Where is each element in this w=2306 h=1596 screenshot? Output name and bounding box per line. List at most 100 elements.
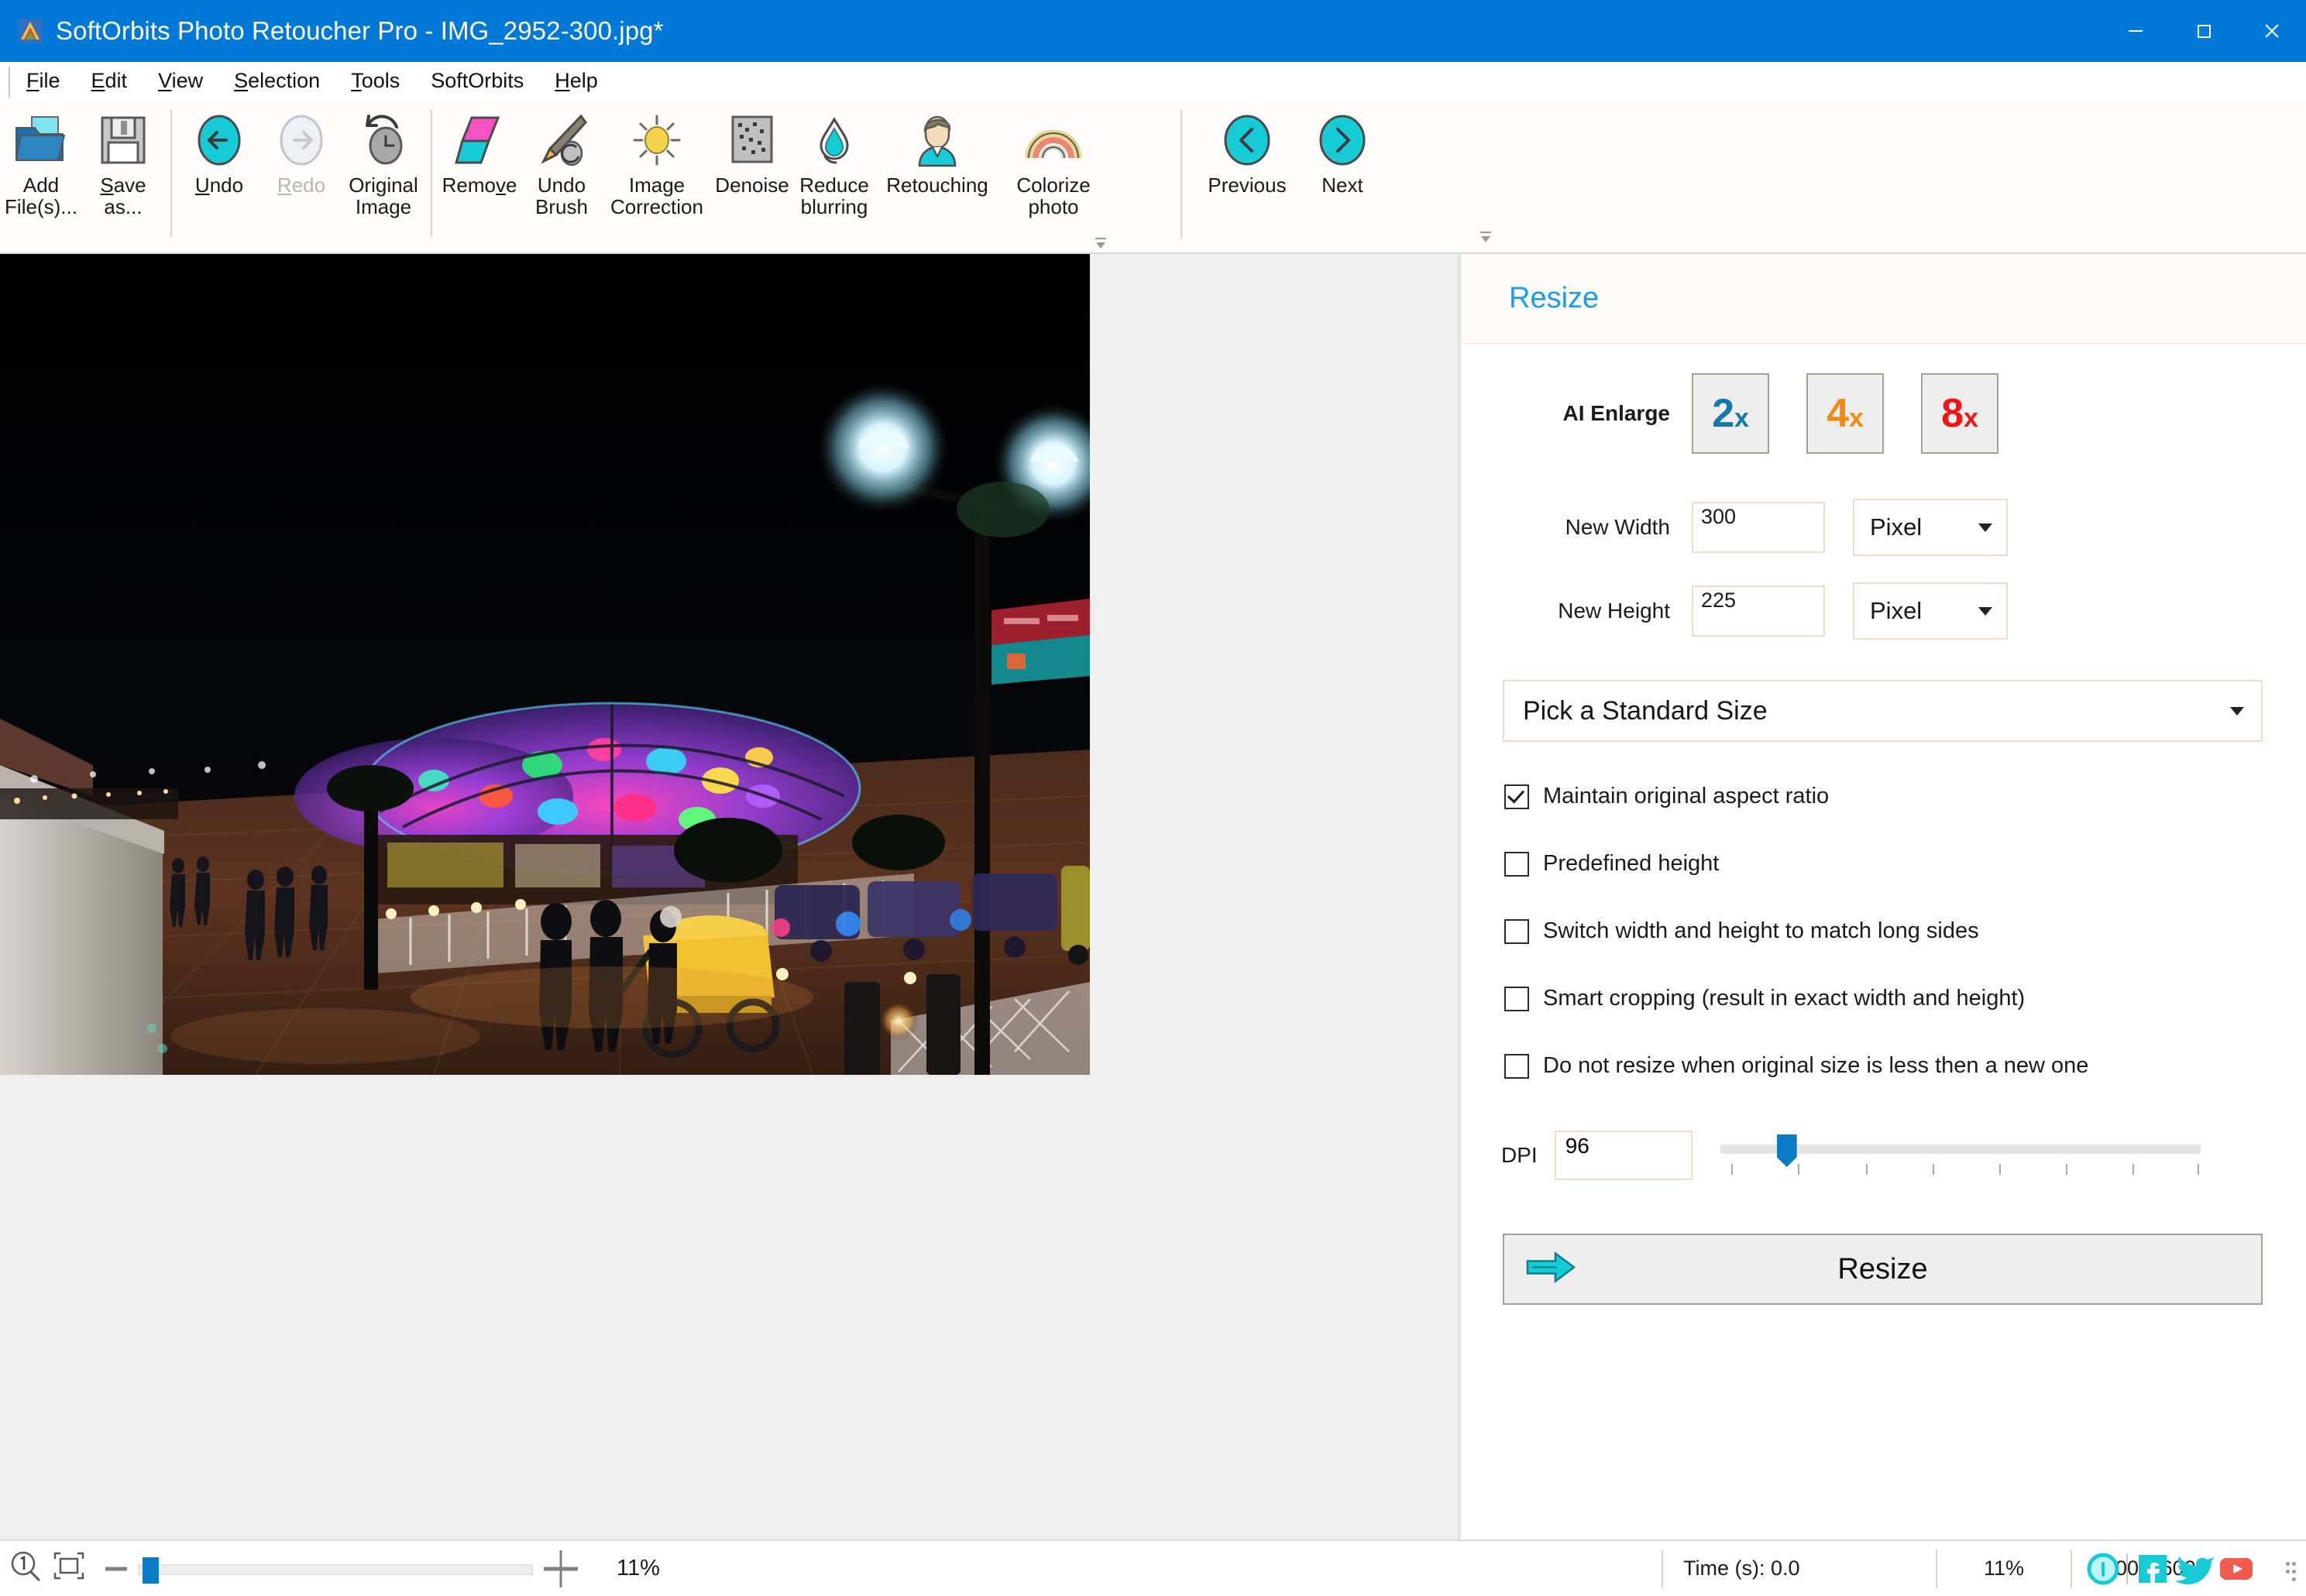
twitter-icon[interactable] [2176, 1550, 2213, 1587]
menu-item-tools[interactable]: Tools [335, 70, 415, 91]
checkbox-label-do-not-resize: Do not resize when original size is less… [1543, 1053, 2089, 1078]
checkbox-unchecked-icon[interactable] [1504, 1053, 1529, 1079]
standard-size-select[interactable]: Pick a Standard Size [1503, 680, 2263, 742]
status-social-links [2084, 1541, 2306, 1596]
menu-item-edit[interactable]: Edit [76, 70, 143, 91]
checkbox-maintain-aspect-ratio[interactable]: Maintain original aspect ratio [1461, 784, 2306, 809]
checkbox-unchecked-icon[interactable] [1504, 851, 1529, 877]
checkbox-smart-cropping[interactable]: Smart cropping (result in exact width an… [1461, 986, 2306, 1011]
toolbar-separator-2 [431, 110, 432, 237]
checkbox-switch-width-height[interactable]: Switch width and height to match long si… [1461, 918, 2306, 944]
save-as-button[interactable]: Save as... [82, 105, 164, 218]
remove-button[interactable]: Remove [438, 105, 521, 197]
magnifier-one-to-one-icon[interactable] [8, 1549, 43, 1588]
undo-brush-label: Undo Brush [535, 173, 588, 218]
resize-panel: Resize AI Enlarge 2x 4x 8x New Width 300… [1461, 254, 2306, 1539]
ai-enlarge-8x-button[interactable]: 8x [1921, 373, 1998, 454]
checkbox-unchecked-icon[interactable] [1504, 918, 1529, 944]
next-label: Next [1321, 173, 1363, 197]
menu-item-selection[interactable]: Selection [218, 70, 335, 91]
denoise-button[interactable]: Denoise [711, 105, 793, 197]
menu-item-help[interactable]: Help [539, 70, 613, 91]
menu-item-view[interactable]: View [143, 70, 218, 91]
checkbox-label-smart-cropping: Smart cropping (result in exact width an… [1543, 986, 2026, 1011]
noise-grid-icon [728, 108, 776, 172]
window-title: SoftOrbits Photo Retoucher Pro - IMG_295… [56, 16, 664, 45]
info-icon[interactable] [2084, 1550, 2122, 1587]
original-image-button[interactable]: Original Image [342, 105, 424, 218]
toolbar-separator-1 [170, 110, 172, 237]
close-icon[interactable] [2238, 0, 2306, 62]
new-height-input[interactable]: 225 [1692, 585, 1825, 637]
colorize-photo-label: Colorize photo [1016, 173, 1091, 218]
next-button[interactable]: Next [1301, 105, 1383, 197]
zoom-slider-track[interactable] [138, 1563, 533, 1575]
sun-brightness-icon [630, 108, 684, 172]
person-portrait-icon [912, 108, 963, 172]
image-correction-label: Image Correction [610, 173, 703, 218]
redo-label: Redo [277, 173, 326, 197]
youtube-icon[interactable] [2218, 1550, 2255, 1587]
new-height-unit-select[interactable]: Pixel [1853, 582, 2008, 640]
menu-item-file[interactable]: File [11, 70, 76, 91]
retouching-button[interactable]: Retouching [875, 105, 999, 197]
dpi-slider-thumb[interactable] [1776, 1134, 1797, 1167]
undo-button[interactable]: Undo [178, 105, 260, 197]
new-width-unit-select[interactable]: Pixel [1853, 499, 2008, 556]
dpi-row: DPI 96 [1461, 1128, 2306, 1182]
facebook-icon[interactable] [2134, 1550, 2171, 1587]
floppy-disk-icon [99, 108, 147, 172]
chevron-down-icon [2230, 706, 2244, 716]
reduce-blurring-button[interactable]: Reduce blurring [793, 105, 875, 218]
water-drop-icon [807, 108, 861, 172]
minimize-icon[interactable] [2102, 0, 2170, 62]
new-height-unit-value: Pixel [1870, 597, 1923, 624]
checkbox-checked-icon[interactable] [1504, 784, 1529, 809]
new-width-input[interactable]: 300 [1692, 502, 1825, 553]
main-content: Resize AI Enlarge 2x 4x 8x New Width 300… [0, 254, 2306, 1539]
menu-item-softorbits[interactable]: SoftOrbits [415, 70, 539, 91]
image-correction-button[interactable]: Image Correction [603, 105, 711, 218]
undo-label: Undo [194, 173, 244, 197]
toolbar-group-file: Add File(s)... Save as... [0, 99, 164, 259]
reduce-blurring-label: Reduce blurring [799, 173, 869, 218]
colorize-photo-button[interactable]: Colorize photo [999, 105, 1108, 218]
fit-to-screen-icon[interactable] [51, 1550, 87, 1587]
zoom-in-icon[interactable] [539, 1547, 583, 1591]
resize-grip-icon[interactable] [2273, 1557, 2297, 1581]
checkbox-predefined-height[interactable]: Predefined height [1461, 851, 2306, 877]
previous-button[interactable]: Previous [1193, 105, 1301, 197]
zoom-slider[interactable] [138, 1557, 533, 1584]
checkbox-label-predefined-height: Predefined height [1543, 851, 1720, 876]
toolbar-group-navigation: Previous Next [1193, 99, 1383, 259]
redo-arrow-right-icon [274, 108, 328, 172]
dpi-input[interactable]: 96 [1554, 1131, 1693, 1180]
ai-8x-number: 8 [1941, 391, 1964, 436]
checkbox-do-not-resize[interactable]: Do not resize when original size is less… [1461, 1053, 2306, 1079]
maximize-icon[interactable] [2170, 0, 2238, 62]
resize-button[interactable]: Resize [1503, 1234, 2263, 1305]
zoom-slider-thumb[interactable] [143, 1557, 159, 1584]
ai-8x-suffix: x [1964, 403, 1978, 433]
undo-brush-button[interactable]: Undo Brush [521, 105, 603, 218]
resize-button-label: Resize [1837, 1252, 1928, 1285]
rainbow-icon [1024, 108, 1083, 172]
toolbar: Add File(s)... Save as... Undo Redo Orig… [0, 99, 2306, 254]
dpi-slider[interactable] [1720, 1128, 2201, 1182]
overflow-chevron-down-icon-2[interactable] [1476, 226, 1496, 246]
ai-enlarge-2x-button[interactable]: 2x [1692, 373, 1769, 454]
panel-body: AI Enlarge 2x 4x 8x New Width 300 Pixel … [1461, 344, 2306, 1539]
checkbox-unchecked-icon[interactable] [1504, 986, 1529, 1011]
toolbar-separator-3 [1180, 110, 1182, 239]
image-canvas-area[interactable] [0, 254, 1458, 1539]
overflow-chevron-down-icon[interactable] [1091, 232, 1111, 252]
application-window: SoftOrbits Photo Retoucher Pro - IMG_295… [0, 0, 2306, 1596]
ai-enlarge-4x-button[interactable]: 4x [1806, 373, 1884, 454]
new-width-unit-value: Pixel [1870, 513, 1923, 541]
previous-label: Previous [1208, 173, 1287, 197]
dpi-slider-ticks [1720, 1164, 2201, 1176]
original-image-label: Original Image [349, 173, 418, 218]
photo-preview[interactable] [0, 254, 1090, 1075]
add-files-button[interactable]: Add File(s)... [0, 105, 82, 218]
zoom-out-icon[interactable] [101, 1553, 132, 1584]
